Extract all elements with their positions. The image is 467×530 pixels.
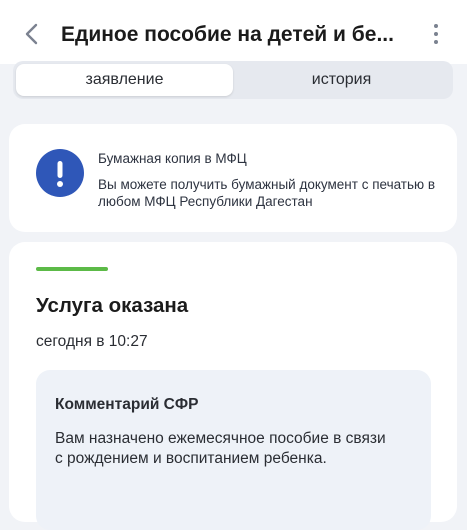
more-vertical-icon-dot [434,32,438,36]
comment-box: Комментарий СФР Вам назначено ежемесячно… [36,370,431,530]
comment-title: Комментарий СФР [55,396,199,413]
chevron-left-icon [25,23,38,45]
more-options-button[interactable] [424,20,448,48]
mfc-paper-copy-card[interactable]: Бумажная копия в МФЦ Вы можете получить … [9,124,457,232]
service-status-card: Услуга оказана сегодня в 10:27 Комментар… [9,242,457,530]
exclamation-glyph [57,161,63,187]
status-time: сегодня в 10:27 [36,333,148,350]
exclamation-icon [36,149,84,197]
notice-title: Бумажная копия в МФЦ [98,151,247,166]
app-header: Единое пособие на детей и бе... [0,0,467,64]
more-vertical-icon-dot [434,24,438,28]
page-title: Единое пособие на детей и бе... [61,23,394,46]
status-title: Услуга оказана [36,294,189,317]
notice-text: Вы можете получить бумажный документ с п… [98,177,436,209]
tab-application[interactable]: заявление [16,64,233,96]
tab-history[interactable]: история [233,64,450,96]
tab-switcher: заявление история [13,61,453,99]
comment-text: Вам назначено ежемесячное пособие в связ… [55,430,386,467]
back-button[interactable] [18,20,46,48]
status-indicator-bar [36,267,108,271]
more-vertical-icon-dot [434,40,438,44]
